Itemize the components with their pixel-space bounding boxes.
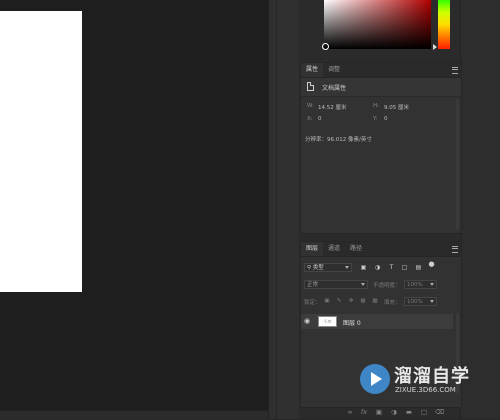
layer-thumbnail[interactable]: 千库: [318, 316, 337, 327]
height-label: H:: [373, 103, 379, 109]
filter-toggle-icon[interactable]: ●: [428, 261, 435, 268]
chevron-down-icon: [430, 283, 434, 286]
watermark-url: ZIXUE.3D66.COM: [395, 386, 456, 394]
tab-adjustments[interactable]: 调整: [323, 63, 345, 77]
fill-label: 填充：: [384, 300, 401, 306]
adjustment-filter-icon[interactable]: ◑: [374, 264, 381, 271]
lock-label: 锁定：: [304, 300, 321, 306]
fx-icon[interactable]: fx: [360, 408, 368, 416]
filter-kind-value: 类型: [312, 265, 324, 271]
panel-menu-icon[interactable]: [452, 246, 458, 253]
x-label: X:: [307, 116, 313, 122]
chevron-down-icon: [345, 266, 349, 269]
tab-channels[interactable]: 通道: [323, 242, 345, 256]
watermark-logo: 溜溜自学 ZIXUE.3D66.COM: [351, 353, 500, 405]
hue-slider-marker[interactable]: [433, 44, 437, 50]
collapsed-panel-dock: [276, 0, 301, 419]
tab-paths[interactable]: 路径: [345, 242, 367, 256]
properties-subheader: 文档属性: [301, 78, 461, 97]
height-value[interactable]: 9.05 厘米: [384, 103, 409, 111]
fill-field[interactable]: 100%: [404, 297, 437, 306]
play-icon: [371, 372, 382, 386]
layers-tabbar: 图层 通道 路径: [301, 242, 461, 257]
y-value[interactable]: 0: [384, 116, 388, 122]
delete-layer-icon[interactable]: ⌫: [435, 408, 444, 416]
shape-filter-icon[interactable]: □: [401, 264, 408, 271]
layer-name[interactable]: 图层 0: [343, 318, 361, 327]
adjustment-layer-icon[interactable]: ◑: [390, 408, 398, 416]
chevron-down-icon: [361, 283, 365, 286]
properties-panel: 属性 调整 文档属性 W: 14.52 厘米 H: 9.05 厘米 X: 0 Y…: [300, 62, 462, 234]
document-icon: [307, 82, 314, 91]
lock-position-icon[interactable]: ✥: [348, 298, 354, 304]
opacity-value: 100%: [407, 282, 423, 288]
blend-mode-dropdown[interactable]: 正常: [304, 280, 368, 289]
fill-value: 100%: [407, 299, 423, 305]
layers-footer-toolbar: ∞ fx ▣ ◑ ▬ □ ⌫: [340, 405, 460, 419]
link-layers-icon[interactable]: ∞: [346, 408, 354, 416]
layer-filter-dropdown[interactable]: ⚲ 类型: [304, 263, 352, 272]
tab-layers[interactable]: 图层: [301, 242, 324, 256]
lock-artboard-icon[interactable]: ▦: [360, 298, 366, 304]
panel-menu-icon[interactable]: [452, 67, 458, 74]
watermark-title: 溜溜自学: [394, 366, 470, 387]
color-picker-cursor[interactable]: [322, 43, 329, 50]
tab-properties[interactable]: 属性: [301, 63, 324, 77]
document-canvas[interactable]: [0, 11, 82, 292]
y-label: Y:: [373, 116, 378, 122]
properties-tabbar: 属性 调整: [301, 63, 461, 78]
document-properties-title: 文档属性: [322, 85, 347, 92]
smart-object-filter-icon[interactable]: ▤: [415, 264, 422, 271]
lock-transparent-icon[interactable]: ▣: [324, 298, 330, 304]
layer-row[interactable]: ◉ 千库 图层 0: [301, 314, 453, 329]
image-filter-icon[interactable]: ▣: [360, 264, 367, 271]
eye-icon[interactable]: ◉: [304, 318, 312, 325]
resolution-text: 分辨率：96.012 像素/英寸: [305, 137, 372, 143]
lock-all-icon[interactable]: ▩: [372, 298, 378, 304]
color-saturation-field[interactable]: [324, 0, 431, 49]
width-value[interactable]: 14.52 厘米: [318, 103, 347, 111]
chevron-down-icon: [430, 300, 434, 303]
blend-mode-value: 正常: [307, 282, 319, 288]
opacity-label: 不透明度：: [373, 283, 401, 289]
group-icon[interactable]: ▬: [405, 408, 413, 416]
opacity-field[interactable]: 100%: [404, 280, 437, 289]
new-layer-icon[interactable]: □: [420, 408, 428, 416]
width-label: W:: [307, 103, 314, 109]
x-value[interactable]: 0: [318, 116, 322, 122]
hue-slider[interactable]: [438, 0, 450, 49]
mask-icon[interactable]: ▣: [375, 408, 383, 416]
type-filter-icon[interactable]: T: [388, 264, 395, 271]
lock-image-icon[interactable]: ✎: [336, 298, 342, 304]
search-icon: ⚲: [307, 265, 312, 271]
properties-scrollbar[interactable]: [456, 99, 459, 229]
